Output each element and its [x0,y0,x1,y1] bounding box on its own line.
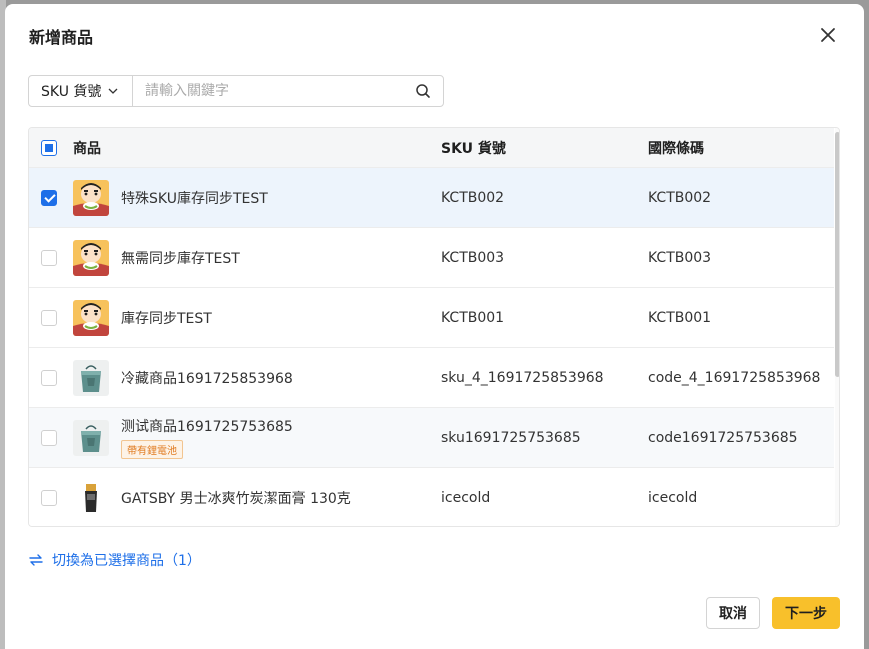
search-input[interactable] [133,76,415,106]
row-checkbox-cell [41,348,61,407]
barcode-cell: icecold [648,489,698,506]
product-table: 商品 SKU 貨號 國際條碼 特殊SKU庫存同步TEST KCTB002 KCT… [28,127,840,527]
product-name: 测试商品1691725753685 [121,419,293,435]
barcode-cell: code_4_1691725853968 [648,369,821,386]
sku-cell: sku_4_1691725853968 [441,369,604,386]
row-checkbox-cell [41,228,61,287]
table-row[interactable]: 测试商品1691725753685 帶有鋰電池 sku1691725753685… [29,408,834,468]
sku-cell: KCTB001 [441,309,505,326]
sku-cell: icecold [441,489,491,506]
swap-arrows-icon [29,554,43,566]
table-row[interactable]: 庫存同步TEST KCTB001 KCTB001 [29,288,834,348]
chevron-down-icon [108,88,118,94]
product-name: GATSBY 男士冰爽竹炭潔面膏 130克 [121,490,351,507]
table-scrollbar[interactable] [835,132,839,377]
row-checkbox[interactable] [41,369,57,386]
row-checkbox[interactable] [41,309,57,326]
product-name: 冷藏商品1691725853968 [121,370,293,387]
barcode-cell: KCTB001 [648,309,712,326]
column-header-barcode: 國際條碼 [648,140,704,157]
table-row[interactable]: 特殊SKU庫存同步TEST KCTB002 KCTB002 [29,168,834,228]
select-all-cell [41,128,61,167]
row-checkbox-cell [41,168,61,227]
search-bar: SKU 貨號 [28,75,444,107]
product-cell: 测试商品1691725753685 帶有鋰電池 [73,408,433,467]
product-cell: 冷藏商品1691725853968 [73,348,433,407]
sku-cell: KCTB003 [441,249,505,266]
product-cell: 庫存同步TEST [73,288,433,347]
close-button[interactable] [817,24,839,46]
lithium-battery-badge: 帶有鋰電池 [121,440,183,459]
row-checkbox[interactable] [41,189,57,206]
table-row[interactable]: GATSBY 男士冰爽竹炭潔面膏 130克 icecold icecold [29,468,834,526]
dialog-title: 新增商品 [29,28,94,47]
search-field-select[interactable]: SKU 貨號 [29,76,133,106]
search-field-select-label: SKU 貨號 [41,84,102,100]
table-header: 商品 SKU 貨號 國際條碼 [29,128,834,168]
row-checkbox-cell [41,288,61,347]
product-cell: 無需同步庫存TEST [73,228,433,287]
close-icon [821,28,835,42]
row-checkbox[interactable] [41,249,57,266]
barcode-cell: code1691725753685 [648,429,798,446]
product-thumbnail [73,479,109,516]
toggle-selected-products-label: 切換為已選擇商品（1） [52,553,201,569]
column-header-sku: SKU 貨號 [441,140,506,157]
product-thumbnail [73,359,109,396]
sku-cell: sku1691725753685 [441,429,581,446]
sku-cell: KCTB002 [441,189,505,206]
barcode-cell: KCTB002 [648,189,712,206]
toggle-selected-products-link[interactable]: 切換為已選擇商品（1） [28,550,201,570]
product-thumbnail [73,179,109,216]
select-all-checkbox[interactable] [41,139,57,156]
row-checkbox[interactable] [41,429,57,446]
search-icon[interactable] [415,83,431,99]
cancel-button[interactable]: 取消 [706,597,760,629]
product-thumbnail [73,239,109,276]
row-checkbox[interactable] [41,489,57,506]
next-step-button[interactable]: 下一步 [772,597,840,629]
table-row[interactable]: 無需同步庫存TEST KCTB003 KCTB003 [29,228,834,288]
product-name: 庫存同步TEST [121,310,212,327]
product-thumbnail [73,419,109,456]
column-header-product: 商品 [73,140,101,157]
product-cell: GATSBY 男士冰爽竹炭潔面膏 130克 [73,468,433,526]
row-checkbox-cell [41,408,61,467]
add-product-dialog: 新增商品 SKU 貨號 商品 SKU 貨號 國際條碼 [5,4,864,649]
product-name: 特殊SKU庫存同步TEST [121,190,268,207]
product-name: 無需同步庫存TEST [121,250,240,267]
table-row[interactable]: 冷藏商品1691725853968 sku_4_1691725853968 co… [29,348,834,408]
product-cell: 特殊SKU庫存同步TEST [73,168,433,227]
row-checkbox-cell [41,468,61,526]
product-thumbnail [73,299,109,336]
barcode-cell: KCTB003 [648,249,712,266]
